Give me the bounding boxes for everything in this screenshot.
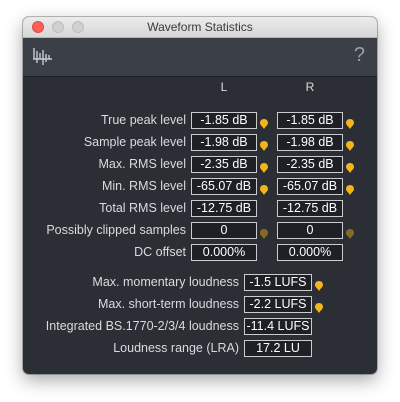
stat-label: Min. RMS level xyxy=(101,179,186,193)
jump-to-position-left-icon[interactable] xyxy=(260,138,268,151)
loudness-value: 17.2 LU xyxy=(244,340,312,357)
value-left: 0.000% xyxy=(191,244,257,261)
jump-to-position-icon[interactable] xyxy=(315,278,323,291)
value-left: -1.85 dB xyxy=(191,112,257,129)
value-right: -2.35 dB xyxy=(277,156,343,173)
help-icon[interactable]: ? xyxy=(354,44,365,66)
title-bar: Waveform Statistics xyxy=(23,17,377,38)
loudness-value: -2.2 LUFS xyxy=(244,296,312,313)
jump-to-position-right-icon[interactable] xyxy=(346,138,354,151)
value-left: -65.07 dB xyxy=(191,178,257,195)
loudness-value: -1.5 LUFS xyxy=(244,274,312,291)
jump-to-position-left-icon[interactable] xyxy=(260,226,268,239)
toolbar: ? xyxy=(23,38,377,77)
loudness-label: Max. short-term loudness xyxy=(97,297,239,311)
jump-to-position-right-icon[interactable] xyxy=(346,116,354,129)
waveform-icon[interactable] xyxy=(32,46,54,71)
column-header-left: L xyxy=(220,80,228,94)
jump-to-position-icon[interactable] xyxy=(315,300,323,313)
loudness-label: Integrated BS.1770-2/3/4 loudness xyxy=(45,319,239,333)
jump-to-position-left-icon[interactable] xyxy=(260,182,268,195)
value-right: -1.85 dB xyxy=(277,112,343,129)
value-right: 0.000% xyxy=(277,244,343,261)
jump-to-position-right-icon[interactable] xyxy=(346,182,354,195)
value-right: -12.75 dB xyxy=(277,200,343,217)
column-header-right: R xyxy=(305,80,315,94)
window-title: Waveform Statistics xyxy=(147,20,253,34)
value-right: 0 xyxy=(277,222,343,239)
jump-to-position-left-icon[interactable] xyxy=(260,116,268,129)
stat-label: DC offset xyxy=(134,245,186,259)
value-right: -65.07 dB xyxy=(277,178,343,195)
stat-label: Max. RMS level xyxy=(98,157,186,171)
value-left: -2.35 dB xyxy=(191,156,257,173)
value-left: -1.98 dB xyxy=(191,134,257,151)
loudness-label: Max. momentary loudness xyxy=(92,275,239,289)
value-right: -1.98 dB xyxy=(277,134,343,151)
jump-to-position-left-icon[interactable] xyxy=(260,160,268,173)
waveform-statistics-window: Waveform Statistics ? L R True peak leve… xyxy=(23,17,377,374)
stat-label: True peak level xyxy=(101,113,186,127)
loudness-label: Loudness range (LRA) xyxy=(113,341,239,355)
stat-label: Possibly clipped samples xyxy=(46,223,186,237)
stat-label: Sample peak level xyxy=(83,135,186,149)
loudness-value: -11.4 LUFS xyxy=(244,318,312,335)
jump-to-position-right-icon[interactable] xyxy=(346,226,354,239)
jump-to-position-right-icon[interactable] xyxy=(346,160,354,173)
value-left: -12.75 dB xyxy=(191,200,257,217)
stat-label: Total RMS level xyxy=(99,201,186,215)
value-left: 0 xyxy=(191,222,257,239)
